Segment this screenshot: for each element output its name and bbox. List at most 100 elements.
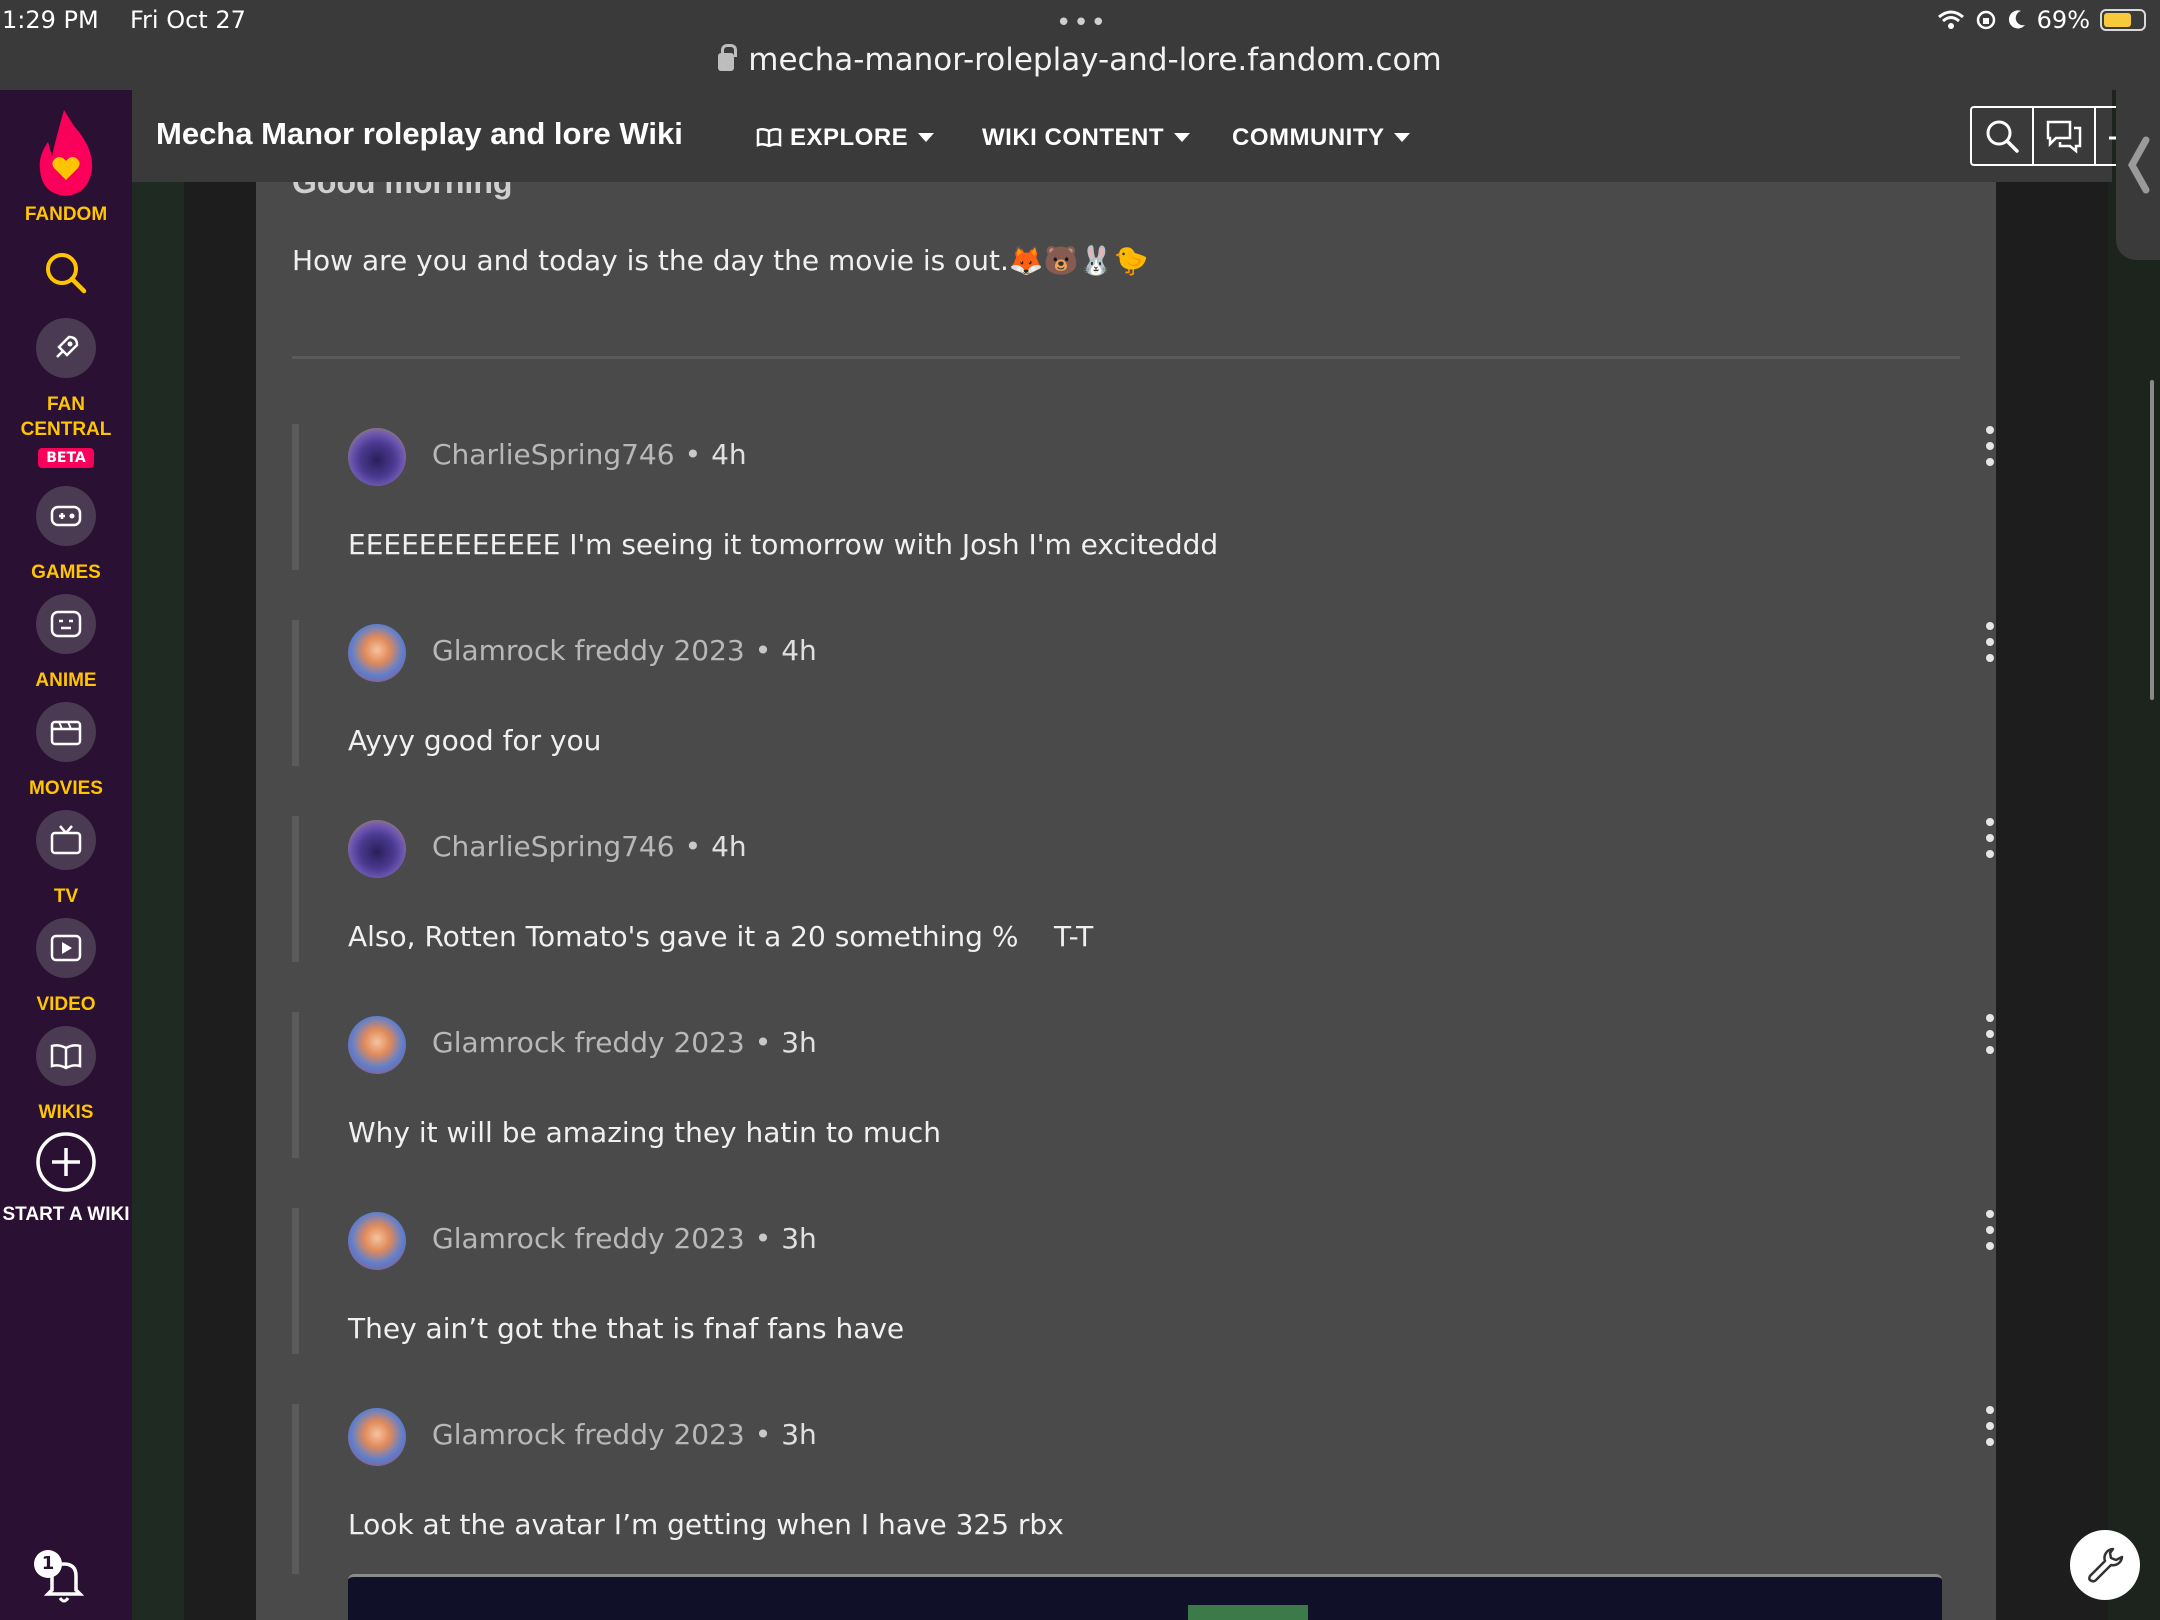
reply-text: Also, Rotten Tomato's gave it a 20 somet… <box>348 920 1094 953</box>
separator: • <box>754 1026 772 1059</box>
author-name[interactable]: Glamrock freddy 2023 <box>432 634 745 667</box>
avatar[interactable] <box>348 1212 406 1270</box>
sidebar-item-label: START A WIKI <box>2 1204 130 1225</box>
sidebar-item-wikis[interactable]: WIKIS <box>0 1026 132 1125</box>
reply-item: CharlieSpring746 • 4h EEEEEEEEEEEE I'm see… <box>292 424 1994 620</box>
reply-text: Ayyy good for you <box>348 724 602 757</box>
reply-indent-bar <box>292 620 299 766</box>
sidebar-item-label: WIKIS <box>38 1102 94 1123</box>
reply-item: Glamrock freddy 2023 • 3h Look at the avat… <box>292 1404 1994 1600</box>
sidebar-item-tv[interactable]: TV <box>0 810 132 909</box>
reply-item: Glamrock freddy 2023 • 3h Why it will be a… <box>292 1012 1994 1208</box>
author-name[interactable]: Glamrock freddy 2023 <box>432 1026 745 1059</box>
wiki-title[interactable]: Mecha Manor roleplay and lore Wiki <box>156 116 683 152</box>
timestamp: 4h <box>711 438 747 471</box>
reply-meta: Glamrock freddy 2023 • 3h <box>432 1026 817 1059</box>
author-name[interactable]: Glamrock freddy 2023 <box>432 1418 745 1451</box>
reply-meta: CharlieSpring746 • 4h <box>432 438 747 471</box>
fandom-label: FANDOM <box>24 204 108 225</box>
wrench-icon <box>2088 1547 2124 1583</box>
reply-text: They ain’t got the that is fnaf fans hav… <box>348 1312 905 1345</box>
address-bar[interactable]: mecha-manor-roleplay-and-lore.fandom.com <box>0 42 2160 78</box>
reply-options-button[interactable] <box>1982 1406 1996 1446</box>
notifications-button[interactable]: 1 <box>34 1550 94 1610</box>
discussion-thread: Good morning How are you and today is th… <box>256 182 1996 1620</box>
author-name[interactable]: CharlieSpring746 <box>432 830 675 863</box>
tools-button[interactable] <box>2070 1530 2140 1600</box>
sidebar-item-video[interactable]: VIDEO <box>0 918 132 1017</box>
nav-wiki-content[interactable]: WIKI CONTENT <box>982 124 1190 152</box>
sidebar-item-games[interactable]: GAMES <box>0 486 132 585</box>
post-title: Good morning <box>292 182 513 200</box>
avatar[interactable] <box>348 1016 406 1074</box>
multitask-dots-icon[interactable]: ••• <box>1056 8 1108 38</box>
moon-icon <box>2008 10 2025 29</box>
divider <box>292 356 1960 359</box>
wiki-header: Mecha Manor roleplay and lore Wiki EXPLO… <box>132 90 2160 182</box>
timestamp: 3h <box>781 1222 817 1255</box>
sidebar-item-label: VIDEO <box>36 994 96 1015</box>
sidebar-item-fan-central[interactable]: FAN CENTRAL BETA <box>0 318 132 468</box>
reply-meta: Glamrock freddy 2023 • 3h <box>432 1222 817 1255</box>
search-button[interactable] <box>1972 108 2034 164</box>
reply-image-attachment[interactable] <box>348 1574 1942 1620</box>
sidebar-item-start-wiki[interactable]: START A WIKI <box>0 1130 132 1227</box>
date: Fri Oct 27 <box>130 6 246 34</box>
sidebar-item-label: TV <box>53 886 79 907</box>
background-left-edge <box>132 90 184 1620</box>
reply-indent-bar <box>292 816 299 962</box>
anime-face-icon <box>36 594 96 654</box>
reply-item: CharlieSpring746 • 4h Also, Rotten Tomato'… <box>292 816 1994 1012</box>
nav-label: WIKI CONTENT <box>982 124 1164 151</box>
sidebar-search[interactable] <box>0 250 132 300</box>
battery-icon <box>2100 9 2146 31</box>
play-icon <box>36 918 96 978</box>
nav-label: EXPLORE <box>790 124 909 151</box>
controller-icon <box>36 486 96 546</box>
reply-options-button[interactable] <box>1982 426 1996 466</box>
reply-indent-bar <box>292 424 299 570</box>
search-icon <box>46 253 87 294</box>
reply-item: Glamrock freddy 2023 • 3h They ain’t got t… <box>292 1208 1994 1404</box>
notification-count-badge: 1 <box>34 1550 62 1578</box>
avatar[interactable] <box>348 428 406 486</box>
avatar[interactable] <box>348 624 406 682</box>
reply-meta: CharlieSpring746 • 4h <box>432 830 747 863</box>
separator: • <box>754 1418 772 1451</box>
timestamp: 4h <box>781 634 817 667</box>
reply-text: EEEEEEEEEEEE I'm seeing it tomorrow with… <box>348 528 1219 561</box>
orientation-lock-icon <box>1976 10 1995 30</box>
separator: • <box>684 438 702 471</box>
reply-options-button[interactable] <box>1982 818 1996 858</box>
timestamp: 3h <box>781 1026 817 1059</box>
beta-badge: BETA <box>38 448 94 468</box>
chevron-left-icon <box>2127 136 2150 194</box>
sidebar-item-anime[interactable]: ANIME <box>0 594 132 693</box>
nav-community[interactable]: COMMUNITY <box>1232 124 1411 152</box>
reply-indent-bar <box>292 1012 299 1158</box>
reply-options-button[interactable] <box>1982 1014 1996 1054</box>
book-open-icon <box>756 127 782 148</box>
reply-indent-bar <box>292 1208 299 1354</box>
caret-down-icon <box>1394 133 1411 142</box>
lock-icon <box>718 44 738 71</box>
side-panel-toggle[interactable] <box>2116 70 2160 260</box>
sidebar-item-movies[interactable]: MOVIES <box>0 702 132 801</box>
reply-options-button[interactable] <box>1982 622 1996 662</box>
author-name[interactable]: CharlieSpring746 <box>432 438 675 471</box>
reply-indent-bar <box>292 1404 299 1574</box>
page-scrollbar[interactable] <box>2150 380 2154 700</box>
reply-text: Look at the avatar I’m getting when I ha… <box>348 1508 1064 1541</box>
wifi-icon <box>1937 10 1964 29</box>
discussions-button[interactable] <box>2034 108 2096 164</box>
plus-icon <box>36 1132 96 1192</box>
separator: • <box>754 634 772 667</box>
sidebar-item-label: MOVIES <box>29 778 103 799</box>
avatar[interactable] <box>348 1408 406 1466</box>
reply-options-button[interactable] <box>1982 1210 1996 1250</box>
avatar[interactable] <box>348 820 406 878</box>
fandom-logo[interactable]: FANDOM <box>0 108 132 226</box>
nav-explore[interactable]: EXPLORE <box>756 124 935 152</box>
separator: • <box>754 1222 772 1255</box>
author-name[interactable]: Glamrock freddy 2023 <box>432 1222 745 1255</box>
